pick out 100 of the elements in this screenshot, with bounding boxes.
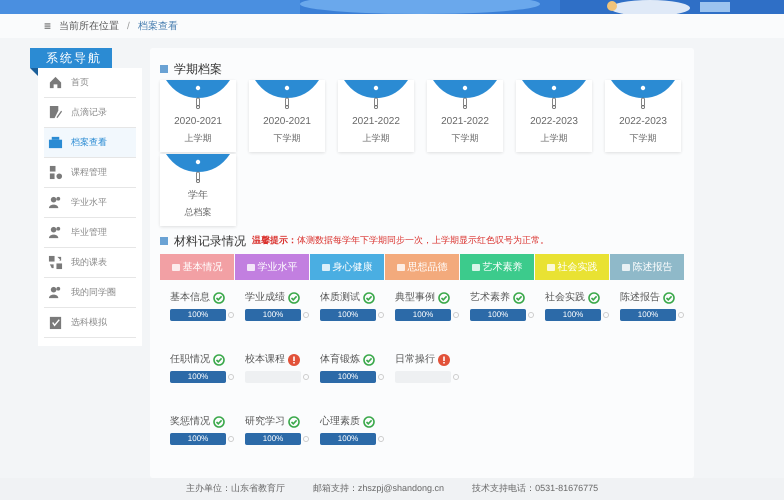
progress-bar: 100% — [620, 309, 676, 321]
section-title: 学期档案 — [174, 61, 222, 78]
progress-bar: 100% — [170, 371, 226, 383]
sidebar-title: 系统导航 — [30, 48, 112, 68]
progress-bar: 100% — [470, 309, 526, 321]
breadcrumb-link[interactable]: 当前所在位置 — [59, 18, 120, 34]
semester-card[interactable]: 2022-2023 下学期 — [605, 80, 681, 152]
progress-bar: 100% — [170, 433, 226, 445]
card-term: 下学期 — [452, 132, 478, 145]
house-icon — [48, 75, 63, 90]
breadcrumb-link[interactable]: 档案查看 — [138, 18, 178, 34]
help-icon[interactable] — [303, 436, 309, 442]
item-label: 体育锻炼 — [320, 352, 360, 367]
clipboard-check-icon — [48, 315, 63, 330]
progress-bar: 100% — [320, 371, 376, 383]
section-icon — [160, 65, 168, 73]
progress-bar: 100% — [320, 433, 376, 445]
item-label: 奖惩情况 — [170, 414, 210, 429]
item-label: 心理素质 — [320, 414, 360, 429]
sidebar-item[interactable]: 档案查看 — [44, 128, 136, 158]
semester-card[interactable]: 2022-2023 上学期 — [516, 80, 592, 152]
category-icon — [322, 264, 330, 270]
semester-card[interactable]: 2020-2021 上学期 — [160, 80, 236, 152]
card-term: 上学期 — [184, 132, 212, 145]
basket-icon — [48, 135, 63, 150]
item-label: 日常操行 — [395, 352, 435, 367]
category-icon — [472, 264, 480, 270]
category-icon — [396, 264, 404, 270]
category-tab[interactable]: 学业水平 — [235, 254, 309, 280]
category-tab[interactable]: 身心健康 — [310, 254, 384, 280]
sidebar-item[interactable]: 我的课表 — [44, 248, 136, 278]
section-icon — [160, 237, 168, 245]
help-icon[interactable] — [228, 312, 234, 318]
category-tab[interactable]: 基本情况 — [160, 254, 234, 280]
item-label: 典型事例 — [395, 290, 435, 305]
progress-bar: 100% — [245, 433, 302, 445]
sidebar-item[interactable]: 选科模拟 — [44, 308, 136, 338]
sidebar-item[interactable]: 首页 — [44, 68, 136, 98]
help-icon[interactable] — [378, 312, 384, 318]
category-tab[interactable]: 思想品德 — [385, 254, 459, 280]
footer-text: 技术支持电话：0531-81676775 — [472, 482, 598, 496]
category-tab[interactable]: 艺术素养 — [460, 254, 534, 280]
progress-bar: 100% — [395, 309, 452, 321]
help-icon[interactable] — [303, 374, 309, 380]
help-icon[interactable] — [453, 312, 459, 318]
help-icon[interactable] — [528, 312, 534, 318]
card-term: 下学期 — [274, 132, 300, 145]
fold-icon — [30, 68, 38, 76]
semester-card[interactable]: 2021-2022 下学期 — [427, 80, 503, 152]
help-icon[interactable] — [378, 436, 384, 442]
card-year: 2022-2023 — [530, 115, 578, 129]
category-icon — [622, 264, 630, 270]
notice-text: 温馨提示：体测数据每学年下学期同步一次，上学期显示红色叹号为正常。 — [252, 234, 549, 248]
card-year: 2020-2021 — [174, 115, 222, 129]
menu-icon[interactable]: ≡ — [44, 17, 52, 35]
semester-card[interactable]: 2020-2021 下学期 — [249, 80, 325, 152]
progress-bar: 100% — [245, 309, 302, 321]
help-icon[interactable] — [453, 374, 459, 380]
people-icon — [48, 225, 63, 240]
progress-bar: 100% — [545, 309, 602, 321]
help-icon[interactable] — [228, 436, 234, 442]
section-title: 材料记录情况 — [174, 233, 246, 250]
sidebar-item[interactable]: 课程管理 — [44, 158, 136, 188]
category-tab[interactable]: 陈述报告 — [610, 254, 684, 280]
item-label: 艺术素养 — [470, 290, 510, 305]
item-label: 学业成绩 — [245, 290, 285, 305]
progress-bar: 100% — [320, 309, 376, 321]
separator: / — [127, 20, 130, 34]
item-label: 体质测试 — [320, 290, 360, 305]
item-label: 研究学习 — [245, 414, 285, 429]
card-term: 总档案 — [184, 206, 212, 219]
card-year: 2020-2021 — [263, 115, 311, 129]
item-label: 陈述报告 — [620, 290, 660, 305]
item-label: 基本信息 — [170, 290, 210, 305]
help-icon[interactable] — [228, 374, 234, 380]
category-icon — [546, 264, 554, 270]
card-term: 上学期 — [362, 132, 390, 145]
help-icon[interactable] — [678, 312, 684, 318]
swap-icon — [48, 255, 63, 270]
category-icon — [172, 264, 180, 270]
help-icon[interactable] — [378, 374, 384, 380]
help-icon[interactable] — [303, 312, 309, 318]
footer-text: 主办单位：山东省教育厅 — [186, 482, 285, 496]
help-icon[interactable] — [603, 312, 609, 318]
card-year: 2021-2022 — [441, 115, 489, 129]
people-icon — [48, 195, 63, 210]
semester-card[interactable]: 2021-2022 上学期 — [338, 80, 414, 152]
sidebar-item[interactable]: 我的同学圈 — [44, 278, 136, 308]
people-icon — [48, 285, 63, 300]
document-pen-icon — [48, 105, 63, 120]
semester-card[interactable]: 学年 总档案 — [160, 154, 236, 226]
sidebar-item[interactable]: 学业水平 — [44, 188, 136, 218]
item-label: 社会实践 — [545, 290, 585, 305]
footer-text: 邮箱支持：zhszpj@shandong.cn — [312, 482, 444, 496]
item-label: 校本课程 — [245, 352, 285, 367]
grid-icon — [48, 165, 63, 180]
item-label: 任职情况 — [170, 352, 210, 367]
card-year: 2021-2022 — [352, 115, 400, 129]
progress-bar: 100% — [170, 309, 226, 321]
sidebar-item[interactable]: 毕业管理 — [44, 218, 136, 248]
